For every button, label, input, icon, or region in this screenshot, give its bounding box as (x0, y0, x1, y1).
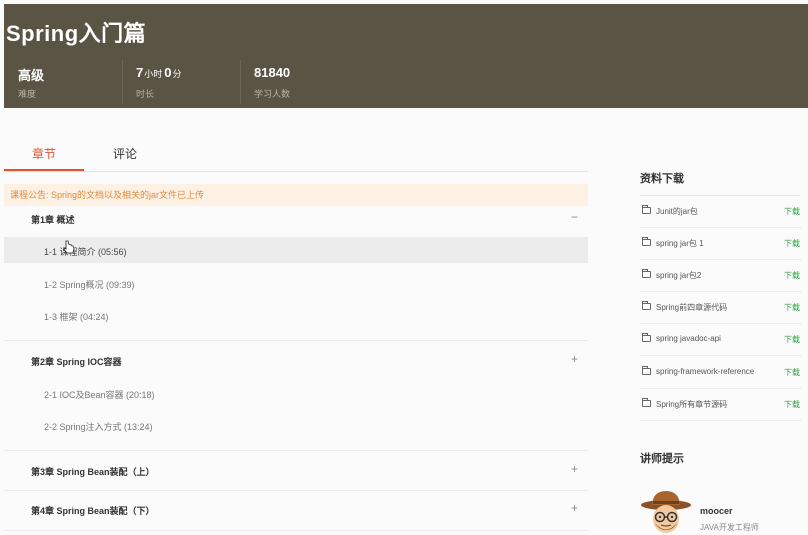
course-title: Spring入门篇 (6, 21, 147, 46)
course-header: Spring入门篇 高级 难度 7小时 0分 时长 81840 学习人数 (4, 4, 808, 108)
resources-title: 资料下载 (640, 173, 684, 185)
folder-icon (642, 333, 651, 342)
folder-icon (642, 398, 651, 407)
folder-icon (642, 237, 651, 246)
lesson-title: 1-2 Spring概况 (09:39) (44, 280, 135, 290)
duration-value: 7小时 0分 (136, 65, 184, 80)
expand-icon[interactable]: + (571, 352, 578, 366)
resource-name: spring jar包2 (656, 271, 702, 280)
lesson-item[interactable]: 1-2 Spring概况 (09:39) (4, 270, 588, 296)
collapse-icon[interactable]: − (571, 210, 578, 224)
lesson-item[interactable]: 1-1 课程简介 (05:56) (4, 237, 588, 263)
resource-item[interactable]: Spring前四章源代码 下载 (640, 292, 802, 324)
resource-item[interactable]: spring jar包2 下载 (640, 260, 802, 292)
resource-item[interactable]: spring jar包 1 下载 (640, 228, 802, 260)
avatar-image (641, 491, 691, 533)
course-stats: 高级 难度 7小时 0分 时长 81840 学习人数 (4, 56, 360, 106)
download-link[interactable]: 下载 (784, 302, 800, 313)
expand-icon[interactable]: + (571, 501, 578, 515)
learners-value: 81840 (254, 65, 291, 80)
chapter-title: 第2章 Spring IOC容器 (31, 357, 122, 367)
chapter-divider (4, 490, 588, 491)
chapter-title: 第4章 Spring Bean装配（下） (31, 506, 155, 516)
resource-item[interactable]: spring-framework-reference 下载 (640, 357, 802, 389)
lesson-title: 2-2 Spring注入方式 (13:24) (44, 422, 153, 432)
download-link[interactable]: 下载 (784, 367, 800, 378)
mouse-cursor-icon (63, 240, 75, 254)
active-tab-indicator (4, 169, 84, 171)
lesson-title: 1-3 框架 (04:24) (44, 312, 109, 322)
resource-name: Spring前四章源代码 (656, 303, 728, 312)
folder-icon (642, 366, 651, 375)
chapter-divider (4, 450, 588, 451)
lesson-item[interactable]: 2-2 Spring注入方式 (13:24) (4, 412, 588, 438)
resource-item[interactable]: spring javadoc-api 下载 (640, 324, 802, 356)
stat-learners: 81840 学习人数 (240, 56, 360, 106)
resource-name: Spring所有章节源码 (656, 400, 728, 409)
stat-level: 高级 难度 (4, 56, 122, 106)
folder-icon (642, 205, 651, 214)
resource-name: Junit的jar包 (656, 207, 698, 216)
chapter-divider (4, 530, 588, 531)
teacher-section-title: 讲师提示 (640, 453, 684, 465)
teacher-avatar (640, 488, 692, 535)
resource-name: spring javadoc-api (656, 334, 721, 343)
chapter-header[interactable]: 第2章 Spring IOC容器 + (4, 351, 588, 371)
lesson-item[interactable]: 2-1 IOC及Bean容器 (20:18) (4, 380, 588, 406)
download-link[interactable]: 下载 (784, 270, 800, 281)
lesson-title: 2-1 IOC及Bean容器 (20:18) (44, 390, 155, 400)
tab-chapters[interactable]: 章节 (32, 145, 56, 162)
resource-name: spring-framework-reference (656, 367, 755, 376)
download-link[interactable]: 下载 (784, 238, 800, 249)
chapter-header[interactable]: 第3章 Spring Bean装配（上） + (4, 461, 588, 481)
resource-item[interactable]: Spring所有章节源码 下载 (640, 389, 802, 421)
stat-divider (240, 60, 241, 104)
chapter-header[interactable]: 第1章 概述 − (4, 209, 588, 229)
level-label: 难度 (18, 89, 37, 99)
duration-minutes: 0 (164, 65, 172, 80)
chapter-header[interactable]: 第4章 Spring Bean装配（下） + (4, 500, 588, 520)
resource-item[interactable]: Junit的jar包 下载 (640, 196, 802, 228)
level-value: 高级 (18, 68, 45, 83)
expand-icon[interactable]: + (571, 462, 578, 476)
chapter-title: 第1章 概述 (31, 215, 75, 225)
stat-divider (122, 60, 123, 104)
teacher-name: moocer (700, 506, 733, 516)
tab-comments[interactable]: 评论 (113, 145, 137, 162)
chapter-divider (4, 340, 588, 341)
duration-minutes-unit: 分 (172, 69, 182, 79)
teacher-role: JAVA开发工程师 (700, 523, 759, 532)
chapter-title: 第3章 Spring Bean装配（上） (31, 467, 155, 477)
duration-hours-unit: 小时 (144, 69, 163, 79)
folder-icon (642, 301, 651, 310)
lesson-item[interactable]: 1-3 框架 (04:24) (4, 302, 588, 328)
folder-icon (642, 269, 651, 278)
download-link[interactable]: 下载 (784, 399, 800, 410)
stat-duration: 7小时 0分 时长 (122, 56, 240, 106)
duration-hours: 7 (136, 65, 144, 80)
resource-name: spring jar包 1 (656, 239, 704, 248)
download-link[interactable]: 下载 (784, 206, 800, 217)
duration-label: 时长 (136, 89, 155, 99)
lesson-title: 1-1 课程简介 (05:56) (44, 247, 127, 257)
download-link[interactable]: 下载 (784, 334, 800, 345)
course-tabs: 章节 评论 (4, 138, 588, 172)
learners-label: 学习人数 (254, 89, 291, 99)
course-notice: 课程公告: Spring的文档以及相关的jar文件已上传 (4, 184, 588, 206)
